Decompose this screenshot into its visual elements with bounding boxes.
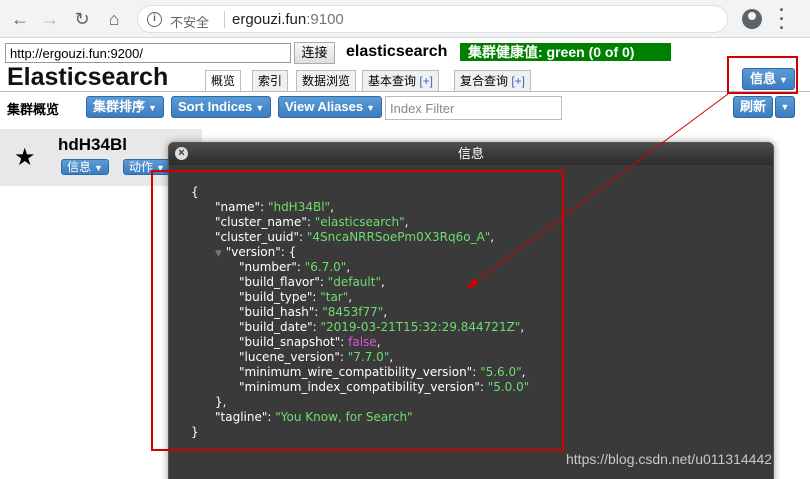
screenshot-root: ← → ↻ ⌂ i 不安全 ergouzi.fun:9100 ☆ ··· 连接 …: [0, 0, 810, 479]
annotation-arrow-head: [466, 278, 478, 289]
annotation-arrow-line: [470, 93, 729, 286]
annotation-arrow: [466, 93, 729, 289]
watermark-text: https://blog.csdn.net/u011314442: [566, 451, 773, 467]
